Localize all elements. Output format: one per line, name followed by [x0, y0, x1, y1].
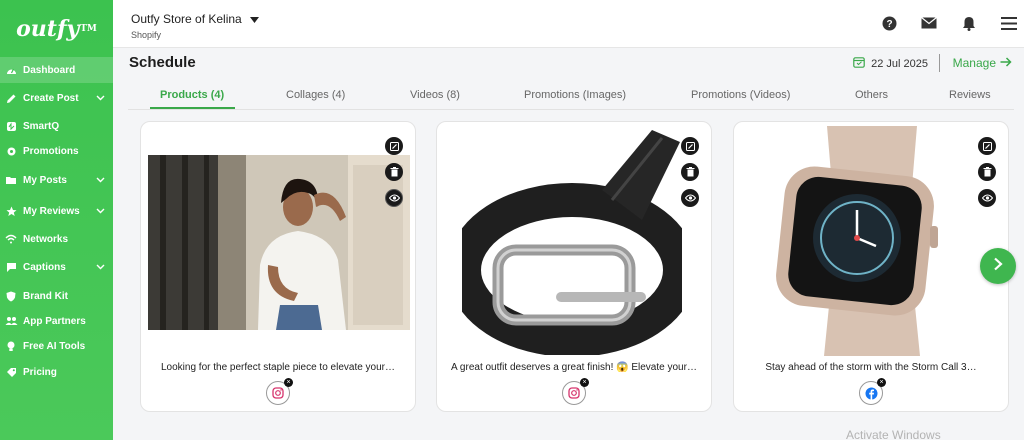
sidebar-item-label: My Posts	[23, 174, 67, 186]
preview-eye-icon[interactable]	[978, 189, 996, 207]
remove-network-icon[interactable]: ×	[877, 378, 886, 387]
tab-products[interactable]: Products (4)	[160, 89, 224, 101]
sidebar-item-brand-kit[interactable]: Brand Kit	[0, 283, 113, 309]
product-card[interactable]: A great outfit deserves a great finish! …	[436, 121, 712, 412]
post-caption: Stay ahead of the storm with the Storm C…	[765, 362, 977, 373]
post-caption: Looking for the perfect staple piece to …	[160, 362, 396, 373]
tab-bar: Products (4) Collages (4) Videos (8) Pro…	[128, 84, 1014, 110]
store-selector[interactable]: Outfy Store of Kelina	[131, 12, 259, 26]
bulb-icon	[4, 339, 18, 353]
sidebar-item-label: My Reviews	[23, 205, 80, 217]
chevron-right-icon	[993, 257, 1003, 276]
delete-icon[interactable]	[978, 163, 996, 181]
edit-icon[interactable]	[681, 137, 699, 155]
sidebar-item-create-post[interactable]: Create Post	[0, 85, 113, 111]
help-icon[interactable]: ?	[880, 14, 898, 32]
bell-icon[interactable]	[960, 14, 978, 32]
active-tab-indicator	[150, 107, 235, 109]
mail-icon[interactable]	[920, 14, 938, 32]
schedule-date[interactable]: 22 Jul 2025	[853, 56, 928, 71]
pencil-icon	[4, 91, 18, 105]
chevron-down-icon	[96, 206, 105, 217]
sidebar-item-networks[interactable]: Networks	[0, 226, 113, 252]
tab-promotions-videos[interactable]: Promotions (Videos)	[691, 89, 790, 101]
shield-icon	[4, 289, 18, 303]
users-icon	[4, 314, 18, 328]
delete-icon[interactable]	[681, 163, 699, 181]
instagram-icon[interactable]: ×	[266, 378, 293, 405]
store-name: Outfy Store of Kelina	[131, 12, 242, 26]
sidebar-item-label: Pricing	[23, 366, 57, 378]
trademark: TM	[80, 24, 97, 34]
chat-icon	[4, 260, 18, 274]
os-watermark: Activate Windows	[846, 428, 941, 440]
smartq-icon	[4, 119, 18, 133]
sidebar-item-smartq[interactable]: SmartQ	[0, 113, 113, 139]
arrow-right-icon	[1000, 56, 1012, 70]
preview-eye-icon[interactable]	[681, 189, 699, 207]
manage-label: Manage	[952, 56, 996, 70]
store-platform: Shopify	[131, 30, 162, 40]
manage-link[interactable]: Manage	[953, 56, 1012, 70]
sidebar-item-label: Dashboard	[23, 64, 76, 76]
tab-others[interactable]: Others	[855, 89, 888, 101]
calendar-icon	[853, 56, 865, 71]
sidebar-item-label: Promotions	[23, 145, 79, 157]
remove-network-icon[interactable]: ×	[284, 378, 293, 387]
folder-icon	[4, 173, 18, 187]
product-image	[772, 126, 972, 356]
delete-icon[interactable]	[385, 163, 403, 181]
tab-videos[interactable]: Videos (8)	[410, 89, 460, 101]
dashboard-icon	[4, 63, 18, 77]
sidebar-item-label: Create Post	[23, 92, 79, 104]
tab-collages[interactable]: Collages (4)	[286, 89, 345, 101]
edit-icon[interactable]	[385, 137, 403, 155]
sidebar-item-label: SmartQ	[23, 120, 60, 132]
product-image	[462, 130, 682, 355]
post-caption: A great outfit deserves a great finish! …	[451, 362, 697, 373]
product-image	[148, 155, 410, 330]
chevron-down-icon	[96, 93, 105, 104]
top-bar: Outfy Store of Kelina Shopify ?	[113, 0, 1024, 48]
product-card[interactable]: Stay ahead of the storm with the Storm C…	[733, 121, 1009, 412]
sidebar-item-label: Networks	[23, 233, 69, 245]
sidebar-item-label: Free AI Tools	[23, 340, 86, 352]
sidebar-item-promotions[interactable]: Promotions	[0, 138, 113, 164]
sidebar-item-my-reviews[interactable]: My Reviews	[0, 198, 113, 224]
remove-network-icon[interactable]: ×	[580, 378, 589, 387]
carousel-next-button[interactable]	[980, 248, 1016, 284]
edit-icon[interactable]	[978, 137, 996, 155]
facebook-icon[interactable]: ×	[859, 378, 886, 405]
page-title: Schedule	[129, 54, 196, 71]
preview-eye-icon[interactable]	[385, 189, 403, 207]
sidebar-item-label: App Partners	[23, 315, 86, 327]
sidebar-item-dashboard[interactable]: Dashboard	[0, 57, 113, 83]
sidebar-item-captions[interactable]: Captions	[0, 254, 113, 280]
logo-text: outfy	[16, 16, 80, 42]
divider	[939, 54, 940, 72]
hamburger-menu-icon[interactable]	[1000, 14, 1018, 32]
instagram-icon[interactable]: ×	[562, 378, 589, 405]
star-icon	[4, 204, 18, 218]
date-text: 22 Jul 2025	[871, 57, 928, 70]
caret-down-icon	[249, 12, 259, 26]
gear-icon	[4, 144, 18, 158]
svg-text:?: ?	[886, 19, 892, 30]
tag-icon	[4, 365, 18, 379]
sidebar-item-my-posts[interactable]: My Posts	[0, 167, 113, 193]
sidebar: outfy TM Dashboard Create Post SmartQ Pro…	[0, 0, 113, 440]
product-card[interactable]: Looking for the perfect staple piece to …	[140, 121, 416, 412]
chevron-down-icon	[96, 262, 105, 273]
sidebar-item-app-partners[interactable]: App Partners	[0, 308, 113, 334]
wifi-icon	[4, 232, 18, 246]
tab-reviews[interactable]: Reviews	[949, 89, 991, 101]
tab-promotions-images[interactable]: Promotions (Images)	[524, 89, 626, 101]
outfy-logo[interactable]: outfy TM	[0, 0, 113, 58]
sidebar-item-pricing[interactable]: Pricing	[0, 359, 113, 385]
chevron-down-icon	[96, 175, 105, 186]
sidebar-item-label: Captions	[23, 261, 66, 273]
sidebar-item-free-ai-tools[interactable]: Free AI Tools	[0, 333, 113, 359]
sidebar-item-label: Brand Kit	[23, 290, 68, 302]
